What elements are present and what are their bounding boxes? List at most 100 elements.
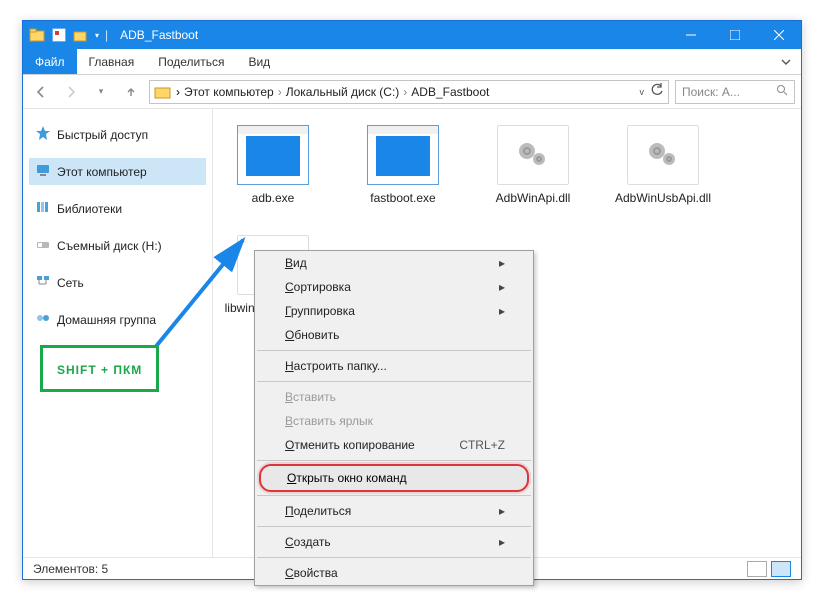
status-count: 5 xyxy=(102,562,109,576)
file-label: AdbWinApi.dll xyxy=(483,191,583,205)
menu-separator xyxy=(257,350,531,351)
menu-item-open-command-window[interactable]: Открыть окно команд xyxy=(259,464,529,492)
star-icon xyxy=(35,125,51,144)
menu-item-label: Вид xyxy=(285,256,307,270)
file-item[interactable]: AdbWinUsbApi.dll xyxy=(613,125,713,205)
status-count-label: Элементов: xyxy=(33,562,98,576)
submenu-arrow-icon: ▸ xyxy=(499,280,505,294)
sidebar-item-label: Библиотеки xyxy=(57,202,122,216)
exe-icon xyxy=(367,125,439,185)
sidebar-item-this-pc[interactable]: Этот компьютер xyxy=(29,158,206,185)
ribbon: Файл Главная Поделиться Вид xyxy=(23,49,801,75)
menu-item: Вставить xyxy=(255,385,533,409)
submenu-arrow-icon: ▸ xyxy=(499,304,505,318)
menu-item: Вставить ярлык xyxy=(255,409,533,433)
ribbon-expand-icon[interactable] xyxy=(771,49,801,74)
nav-up-button[interactable] xyxy=(119,80,143,104)
view-details-button[interactable] xyxy=(747,561,767,577)
sidebar-item-label: Быстрый доступ xyxy=(57,128,148,142)
titlebar: ▾ | ADB_Fastboot xyxy=(23,21,801,49)
window-title: ADB_Fastboot xyxy=(120,28,198,42)
nav-recent-button[interactable]: ▾ xyxy=(89,80,113,104)
context-menu: Вид ▸ Сортировка ▸ Группировка ▸ Обновить Настр… xyxy=(254,250,534,586)
menu-item[interactable]: Обновить xyxy=(255,323,533,347)
menu-item[interactable]: Вид ▸ xyxy=(255,251,533,275)
file-label: AdbWinUsbApi.dll xyxy=(613,191,713,205)
menu-item[interactable]: Создать ▸ xyxy=(255,530,533,554)
menu-item-label: Сортировка xyxy=(285,280,351,294)
menu-item-label: Свойства xyxy=(285,566,338,580)
view-large-icons-button[interactable] xyxy=(771,561,791,577)
file-item[interactable]: fastboot.exe xyxy=(353,125,453,205)
menu-separator xyxy=(257,460,531,461)
close-button[interactable] xyxy=(757,21,801,49)
file-label: adb.exe xyxy=(223,191,323,205)
menu-item-label: Открыть окно команд xyxy=(287,471,407,485)
chevron-right-icon[interactable]: › xyxy=(278,85,282,99)
properties-icon[interactable] xyxy=(51,27,67,43)
menu-separator xyxy=(257,526,531,527)
tab-home[interactable]: Главная xyxy=(77,49,147,74)
chevron-right-icon[interactable]: › xyxy=(176,85,180,99)
chevron-down-icon[interactable]: v xyxy=(640,87,645,97)
menu-item-label: Вставить xyxy=(285,390,336,404)
breadcrumb-folder[interactable]: ADB_Fastboot xyxy=(411,85,489,99)
submenu-arrow-icon: ▸ xyxy=(499,535,505,549)
menu-item[interactable]: Настроить папку... xyxy=(255,354,533,378)
chevron-right-icon[interactable]: › xyxy=(403,85,407,99)
usb-drive-icon xyxy=(35,236,51,255)
sidebar-item-label: Домашняя группа xyxy=(57,313,156,327)
file-item[interactable]: AdbWinApi.dll xyxy=(483,125,583,205)
menu-item[interactable]: Поделиться▸ xyxy=(255,499,533,523)
menu-item[interactable]: Свойства xyxy=(255,561,533,585)
tab-file[interactable]: Файл xyxy=(23,49,77,74)
qat-dropdown-icon[interactable]: ▾ xyxy=(95,31,99,40)
menu-item[interactable]: Отменить копирование CTRL+Z xyxy=(255,433,533,457)
homegroup-icon xyxy=(35,310,51,329)
maximize-button[interactable] xyxy=(713,21,757,49)
tab-share[interactable]: Поделиться xyxy=(146,49,236,74)
menu-separator xyxy=(257,557,531,558)
submenu-arrow-icon: ▸ xyxy=(499,504,505,518)
breadcrumb-root[interactable]: Этот компьютер xyxy=(184,85,274,99)
nav-back-button[interactable] xyxy=(29,80,53,104)
pc-icon xyxy=(35,162,51,181)
sidebar-item-label: Этот компьютер xyxy=(57,165,147,179)
annotation-arrow xyxy=(143,220,263,360)
dll-icon xyxy=(497,125,569,185)
folder-icon xyxy=(154,85,172,99)
address-bar[interactable]: › Этот компьютер › Локальный диск (C:) ›… xyxy=(149,80,669,104)
menu-item[interactable]: Сортировка ▸ xyxy=(255,275,533,299)
menu-item-label: Группировка xyxy=(285,304,355,318)
sidebar-item-quick-access[interactable]: Быстрый доступ xyxy=(29,121,206,148)
breadcrumb-drive[interactable]: Локальный диск (C:) xyxy=(286,85,400,99)
libraries-icon xyxy=(35,199,51,218)
menu-item-label: Создать xyxy=(285,535,331,549)
file-label: fastboot.exe xyxy=(353,191,453,205)
menu-item-shortcut: CTRL+Z xyxy=(459,438,505,452)
menu-item-label: Обновить xyxy=(285,328,339,342)
sidebar-item-libraries[interactable]: Библиотеки xyxy=(29,195,206,222)
menu-separator xyxy=(257,495,531,496)
annotation-label: SHIFT + ПКМ xyxy=(40,345,159,392)
menu-item[interactable]: Группировка ▸ xyxy=(255,299,533,323)
nav-row: ▾ › Этот компьютер › Локальный диск (C:)… xyxy=(23,75,801,109)
minimize-button[interactable] xyxy=(669,21,713,49)
nav-forward-button[interactable] xyxy=(59,80,83,104)
search-input[interactable]: Поиск: A... xyxy=(675,80,795,104)
sidebar-item-label: Сеть xyxy=(57,276,84,290)
network-icon xyxy=(35,273,51,292)
search-icon xyxy=(776,84,788,99)
folder-icon xyxy=(29,27,45,43)
menu-item-label: Вставить ярлык xyxy=(285,414,373,428)
tab-view[interactable]: Вид xyxy=(236,49,282,74)
menu-separator xyxy=(257,381,531,382)
search-placeholder: Поиск: A... xyxy=(682,85,740,99)
file-item[interactable]: adb.exe xyxy=(223,125,323,205)
menu-item-label: Настроить папку... xyxy=(285,359,387,373)
submenu-arrow-icon: ▸ xyxy=(499,256,505,270)
dll-icon xyxy=(627,125,699,185)
new-folder-icon[interactable] xyxy=(73,27,89,43)
refresh-icon[interactable] xyxy=(650,83,664,100)
menu-item-label: Отменить копирование xyxy=(285,438,415,452)
